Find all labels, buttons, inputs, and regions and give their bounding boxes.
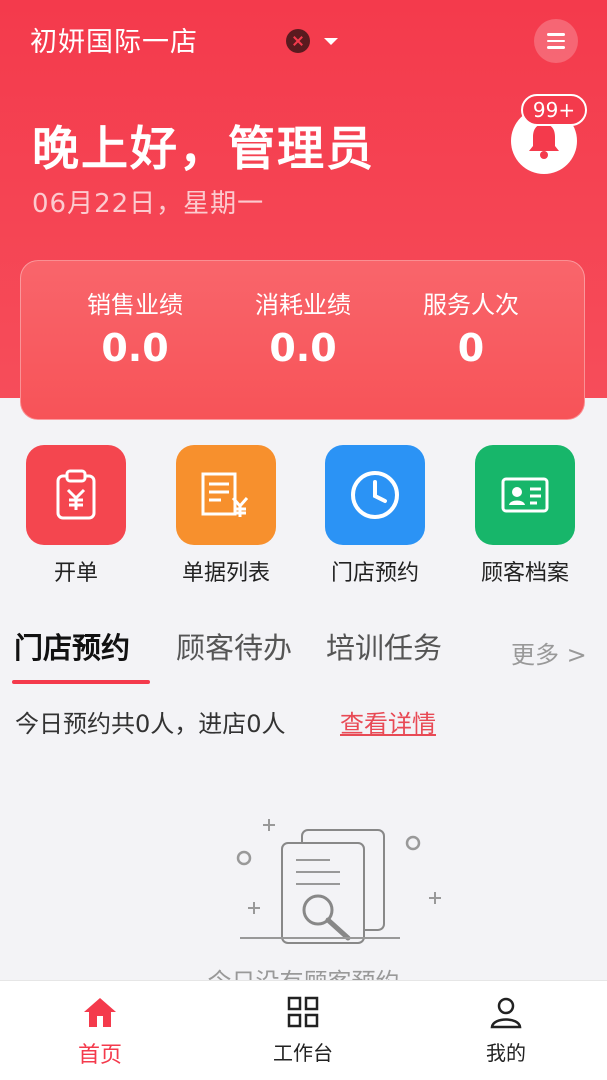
- action-label: 单据列表: [181, 561, 270, 586]
- bottom-nav: 首页 工作台 我的: [0, 980, 607, 1080]
- more-link[interactable]: 更多 >: [511, 635, 587, 670]
- stat-label: 销售业绩: [87, 291, 183, 319]
- action-label: 门店预约: [330, 561, 419, 586]
- store-name: 初妍国际一店: [30, 27, 198, 58]
- tab-training-tasks[interactable]: 培训任务: [326, 625, 442, 667]
- nav-workbench[interactable]: 工作台: [243, 995, 363, 1066]
- view-details-link[interactable]: 查看详情: [340, 704, 436, 739]
- bell-icon: [529, 124, 559, 159]
- stat-service-count[interactable]: 服务人次 0: [381, 285, 561, 370]
- action-new-order[interactable]: 开单: [1, 445, 151, 587]
- clipboard-yen-icon: [26, 445, 126, 545]
- receipt-yen-icon: [176, 445, 276, 545]
- stat-value: 0.0: [101, 326, 169, 370]
- nav-label: 工作台: [273, 1041, 333, 1065]
- stat-consumption[interactable]: 消耗业绩 0.0: [213, 285, 393, 370]
- notification-badge: 99+: [521, 94, 587, 126]
- nav-home[interactable]: 首页: [40, 995, 160, 1069]
- menu-button[interactable]: [534, 19, 578, 63]
- greeting: 晚上好，管理员: [32, 122, 375, 177]
- stats-card: 销售业绩 0.0 消耗业绩 0.0 服务人次 0: [20, 260, 585, 420]
- stat-label: 服务人次: [423, 291, 519, 319]
- stat-sales[interactable]: 销售业绩 0.0: [45, 285, 225, 370]
- tab-bar: 门店预约 顾客待办 培训任务: [14, 625, 594, 685]
- date-label: 06月22日，星期一: [32, 189, 265, 219]
- tab-store-appointment[interactable]: 门店预约: [14, 625, 130, 667]
- action-store-appointment[interactable]: 门店预约: [300, 445, 450, 587]
- nav-label: 我的: [486, 1041, 526, 1065]
- empty-documents-icon: [236, 819, 441, 944]
- chevron-down-icon[interactable]: [324, 38, 338, 45]
- stat-value: 0: [457, 326, 485, 370]
- home-icon: [84, 998, 116, 1027]
- stat-label: 消耗业绩: [255, 291, 351, 319]
- clear-store-icon[interactable]: [286, 29, 310, 53]
- appointment-summary: 今日预约共0人，进店0人: [15, 710, 286, 738]
- nav-profile[interactable]: 我的: [446, 995, 566, 1066]
- user-icon: [490, 997, 522, 1029]
- clock-icon: [325, 445, 425, 545]
- action-customer-files[interactable]: 顾客档案: [450, 445, 600, 587]
- store-selector[interactable]: 初妍国际一店: [30, 20, 198, 59]
- grid-icon: [287, 996, 319, 1028]
- id-card-icon: [475, 445, 575, 545]
- action-label: 开单: [53, 561, 98, 586]
- active-tab-indicator: [12, 680, 150, 684]
- action-label: 顾客档案: [480, 561, 569, 586]
- menu-icon: [547, 33, 565, 36]
- tab-customer-todo[interactable]: 顾客待办: [176, 625, 292, 667]
- action-order-list[interactable]: 单据列表: [151, 445, 301, 587]
- nav-label: 首页: [77, 1043, 122, 1068]
- stat-value: 0.0: [269, 326, 337, 370]
